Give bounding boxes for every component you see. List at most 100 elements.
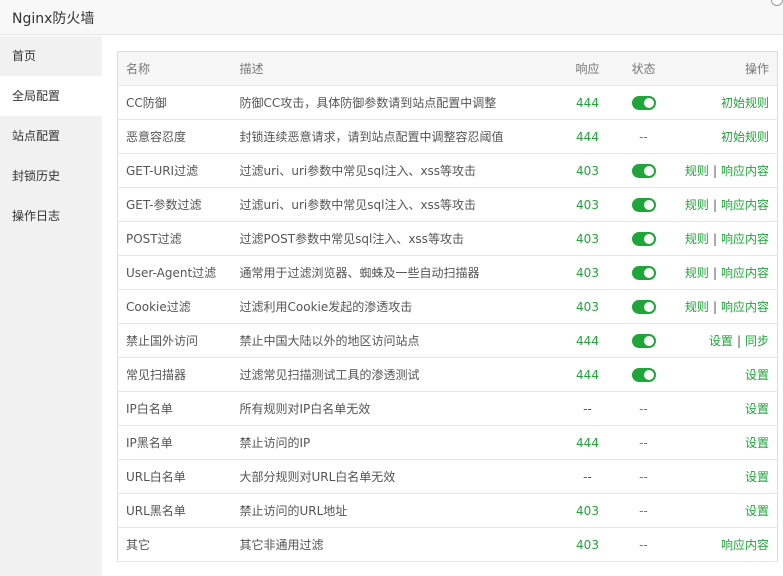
rule-name: 恶意容忍度 — [117, 119, 240, 154]
table-row: 恶意容忍度 封锁连续恶意请求，请到站点配置中调整容忍阈值 444 -- 初始规则 — [117, 119, 778, 154]
op-separator: | — [712, 300, 717, 314]
rule-name: GET-URI过滤 — [117, 153, 240, 188]
op-link[interactable]: 规则 — [685, 232, 709, 246]
toggle-switch-icon[interactable] — [631, 197, 656, 212]
state-empty: -- — [639, 129, 648, 144]
rule-state: -- — [615, 527, 672, 562]
rule-response-code: 444 — [559, 425, 616, 460]
op-link[interactable]: 响应内容 — [721, 538, 769, 552]
rule-state — [615, 289, 672, 324]
rule-state: -- — [615, 425, 672, 460]
op-link[interactable]: 响应内容 — [721, 198, 769, 212]
sidebar: 首页 全局配置 站点配置 封锁历史 操作日志 — [0, 36, 102, 576]
header-resp: 响应 — [559, 51, 616, 86]
table-row: URL白名单 大部分规则对URL白名单无效 -- -- 设置 — [117, 459, 778, 494]
state-empty: -- — [639, 435, 648, 450]
op-link[interactable]: 规则 — [685, 164, 709, 178]
toggle-switch-icon[interactable] — [631, 231, 656, 246]
rule-name: 禁止国外访问 — [117, 323, 240, 358]
rule-desc: 过滤常见扫描测试工具的渗透测试 — [239, 357, 560, 392]
op-link[interactable]: 响应内容 — [721, 164, 769, 178]
rule-desc: 封锁连续恶意请求，请到站点配置中调整容忍阈值 — [239, 119, 560, 154]
toggle-switch-icon[interactable] — [631, 265, 656, 280]
rule-operations: 规则 | 响应内容 — [671, 221, 778, 256]
rule-state — [615, 221, 672, 256]
rule-state — [615, 255, 672, 290]
rule-state: -- — [615, 119, 672, 154]
rule-state — [615, 323, 672, 358]
table-row: 其它 其它非通用过滤 403 -- 响应内容 — [117, 527, 778, 562]
op-link[interactable]: 响应内容 — [721, 266, 769, 280]
rule-operations: 设置 — [671, 425, 778, 460]
table-row: Cookie过滤 过滤利用Cookie发起的渗透攻击 403 规则 | 响应内容 — [117, 289, 778, 324]
toggle-switch-icon[interactable] — [631, 95, 656, 110]
rule-response-code: 444 — [559, 85, 616, 120]
rule-name: Cookie过滤 — [117, 289, 240, 324]
state-empty: -- — [639, 401, 648, 416]
table-row: 常见扫描器 过滤常见扫描测试工具的渗透测试 444 设置 — [117, 357, 778, 392]
rule-desc: 大部分规则对URL白名单无效 — [239, 459, 560, 494]
main-content: 名称 描述 响应 状态 操作 CC防御 防御CC攻击，具体防御参数请到站点配置中调… — [102, 36, 783, 576]
rule-response-code: 444 — [559, 357, 616, 392]
sidebar-item-block-history[interactable]: 封锁历史 — [0, 156, 102, 196]
op-link[interactable]: 规则 — [685, 266, 709, 280]
op-link[interactable]: 设置 — [745, 368, 769, 382]
sidebar-item-home[interactable]: 首页 — [0, 36, 102, 76]
window-titlebar: Nginx防火墙 — [0, 0, 783, 35]
op-separator: | — [712, 232, 717, 246]
table-row: GET-URI过滤 过滤uri、uri参数中常见sql注入、xss等攻击 403 规则… — [117, 153, 778, 188]
sidebar-item-operation-log[interactable]: 操作日志 — [0, 196, 102, 236]
rules-table: 名称 描述 响应 状态 操作 CC防御 防御CC攻击，具体防御参数请到站点配置中调… — [117, 51, 778, 562]
rule-desc: 过滤uri、uri参数中常见sql注入、xss等攻击 — [239, 153, 560, 188]
rule-state — [615, 357, 672, 392]
op-link[interactable]: 规则 — [685, 300, 709, 314]
toggle-switch-icon[interactable] — [631, 163, 656, 178]
rule-name: URL白名单 — [117, 459, 240, 494]
header-desc: 描述 — [239, 51, 560, 86]
rule-name: GET-参数过滤 — [117, 187, 240, 222]
sidebar-item-site-config[interactable]: 站点配置 — [0, 116, 102, 156]
sidebar-item-global-config[interactable]: 全局配置 — [0, 76, 102, 116]
rule-response-code: 403 — [559, 527, 616, 562]
op-link[interactable]: 同步 — [745, 334, 769, 348]
rule-response-code: 444 — [559, 119, 616, 154]
rule-operations: 设置 — [671, 357, 778, 392]
rule-operations: 设置 — [671, 391, 778, 426]
rule-name: IP黑名单 — [117, 425, 240, 460]
op-link[interactable]: 设置 — [709, 334, 733, 348]
rule-name: IP白名单 — [117, 391, 240, 426]
op-link[interactable]: 初始规则 — [721, 130, 769, 144]
state-empty: -- — [639, 503, 648, 518]
close-icon[interactable] — [771, 0, 783, 6]
rule-response-code: -- — [559, 391, 616, 426]
op-link[interactable]: 设置 — [745, 436, 769, 450]
op-separator: | — [712, 266, 717, 280]
header-name: 名称 — [117, 51, 240, 86]
table-header-row: 名称 描述 响应 状态 操作 — [117, 51, 778, 86]
table-row: User-Agent过滤 通常用于过滤浏览器、蜘蛛及一些自动扫描器 403 规则 | 响应… — [117, 255, 778, 290]
state-empty: -- — [639, 537, 648, 552]
op-link[interactable]: 初始规则 — [721, 96, 769, 110]
rule-state — [615, 187, 672, 222]
toggle-switch-icon[interactable] — [631, 299, 656, 314]
rule-operations: 初始规则 — [671, 119, 778, 154]
op-link[interactable]: 设置 — [745, 470, 769, 484]
rule-response-code: 403 — [559, 255, 616, 290]
rule-desc: 所有规则对IP白名单无效 — [239, 391, 560, 426]
rule-operations: 规则 | 响应内容 — [671, 289, 778, 324]
op-link[interactable]: 设置 — [745, 402, 769, 416]
rule-desc: 防御CC攻击，具体防御参数请到站点配置中调整 — [239, 85, 560, 120]
op-link[interactable]: 响应内容 — [721, 232, 769, 246]
rule-desc: 通常用于过滤浏览器、蜘蛛及一些自动扫描器 — [239, 255, 560, 290]
state-empty: -- — [639, 469, 648, 484]
op-separator: | — [736, 334, 741, 348]
op-link[interactable]: 设置 — [745, 504, 769, 518]
rule-operations: 规则 | 响应内容 — [671, 153, 778, 188]
toggle-switch-icon[interactable] — [631, 367, 656, 382]
rule-state: -- — [615, 391, 672, 426]
rule-response-code: 403 — [559, 153, 616, 188]
op-link[interactable]: 响应内容 — [721, 300, 769, 314]
op-link[interactable]: 规则 — [685, 198, 709, 212]
toggle-switch-icon[interactable] — [631, 333, 656, 348]
table-row: 禁止国外访问 禁止中国大陆以外的地区访问站点 444 设置 | 同步 — [117, 323, 778, 358]
